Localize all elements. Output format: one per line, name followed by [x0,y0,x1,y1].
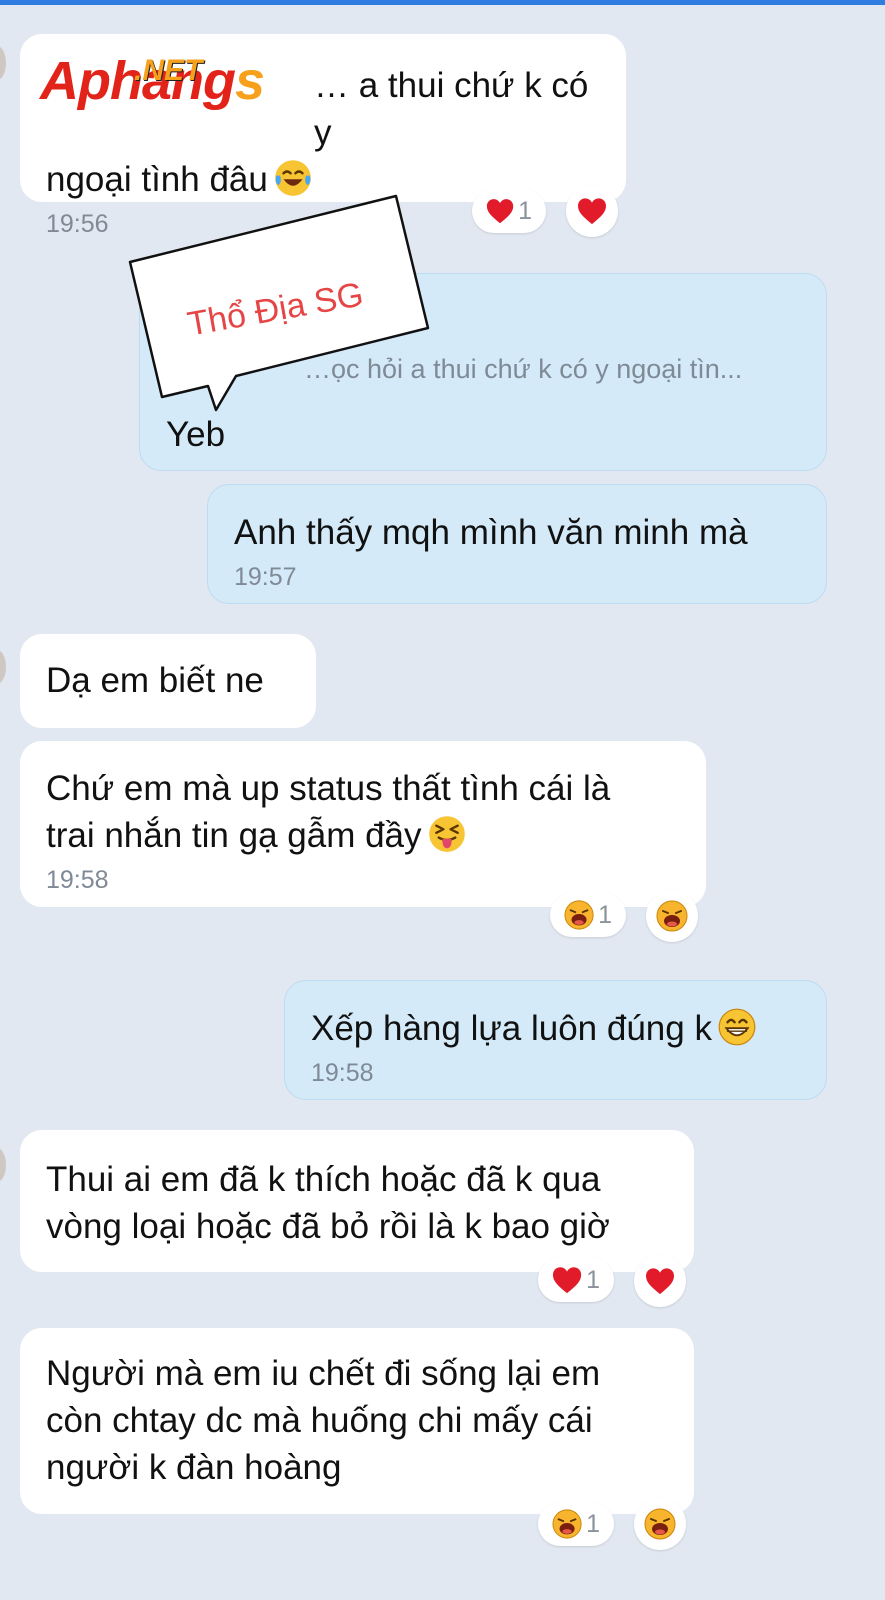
laughing-face-icon [644,1508,676,1540]
message-text: Anh thấy mqh mình văn minh mà [234,513,748,552]
reaction-count-label: 1 [586,1265,600,1294]
laughing-face-icon [564,899,594,931]
message-bubble[interactable]: Anh thấy mqh mình văn minh mà 19:57 [207,484,827,604]
reaction-count[interactable]: 1 [472,189,546,233]
avatar[interactable] [0,650,6,684]
watermark-logo-suffix: .NET [134,54,203,87]
squint-tongue-emoji [428,815,466,853]
reaction-count-label: 1 [598,900,612,929]
reaction-count-label: 1 [586,1509,600,1538]
message-time: 19:58 [46,866,109,894]
reaction-count[interactable]: 1 [538,1258,614,1302]
message-time: 19:58 [311,1059,374,1087]
message-bubble[interactable]: Dạ em biết ne [20,634,316,728]
heart-icon [486,196,514,226]
avatar[interactable] [0,46,6,80]
message-text: Người mà em iu chết đi sống lại em [46,1354,601,1393]
grin-emoji [718,1008,756,1046]
avatar[interactable] [0,1148,6,1182]
message-text: Thui ai em đã k thích hoặc đã k qua [46,1160,601,1199]
message-time: 19:57 [234,563,297,591]
reaction-count[interactable]: 1 [550,893,626,937]
message-text: Dạ em biết ne [46,661,264,700]
message-text-line2: vòng loại hoặc đã bỏ rồi là k bao giờ [46,1207,610,1246]
message-text: Xếp hàng lựa luôn đúng k [311,1005,800,1052]
heart-icon [645,1267,675,1295]
heart-icon [552,1265,582,1295]
react-button[interactable] [566,185,618,237]
reaction-count[interactable]: 1 [538,1502,614,1546]
react-button[interactable] [646,890,698,942]
heart-icon [577,197,607,225]
laughing-face-icon [656,900,688,932]
message-text-line3: người k đàn hoàng [46,1448,342,1487]
message-bubble[interactable]: Người mà em iu chết đi sống lại em còn c… [20,1328,694,1514]
message-text: Chứ em mà up status thất tình cái là [46,769,611,808]
top-accent-bar [0,0,885,5]
callout-sticker: Thổ Địa SG [128,194,430,412]
react-button[interactable] [634,1498,686,1550]
react-button[interactable] [634,1255,686,1307]
reaction-count-label: 1 [518,196,532,225]
message-text-line2: trai nhắn tin gạ gẫm đầy [46,812,680,859]
message-bubble[interactable]: Thui ai em đã k thích hoặc đã k qua vòng… [20,1130,694,1272]
laughing-face-icon [552,1508,582,1540]
message-bubble[interactable]: Xếp hàng lựa luôn đúng k 19:58 [284,980,827,1100]
message-text-line2: còn chtay dc mà huống chi mấy cái [46,1401,593,1440]
message-bubble[interactable]: Chứ em mà up status thất tình cái là tra… [20,741,706,907]
